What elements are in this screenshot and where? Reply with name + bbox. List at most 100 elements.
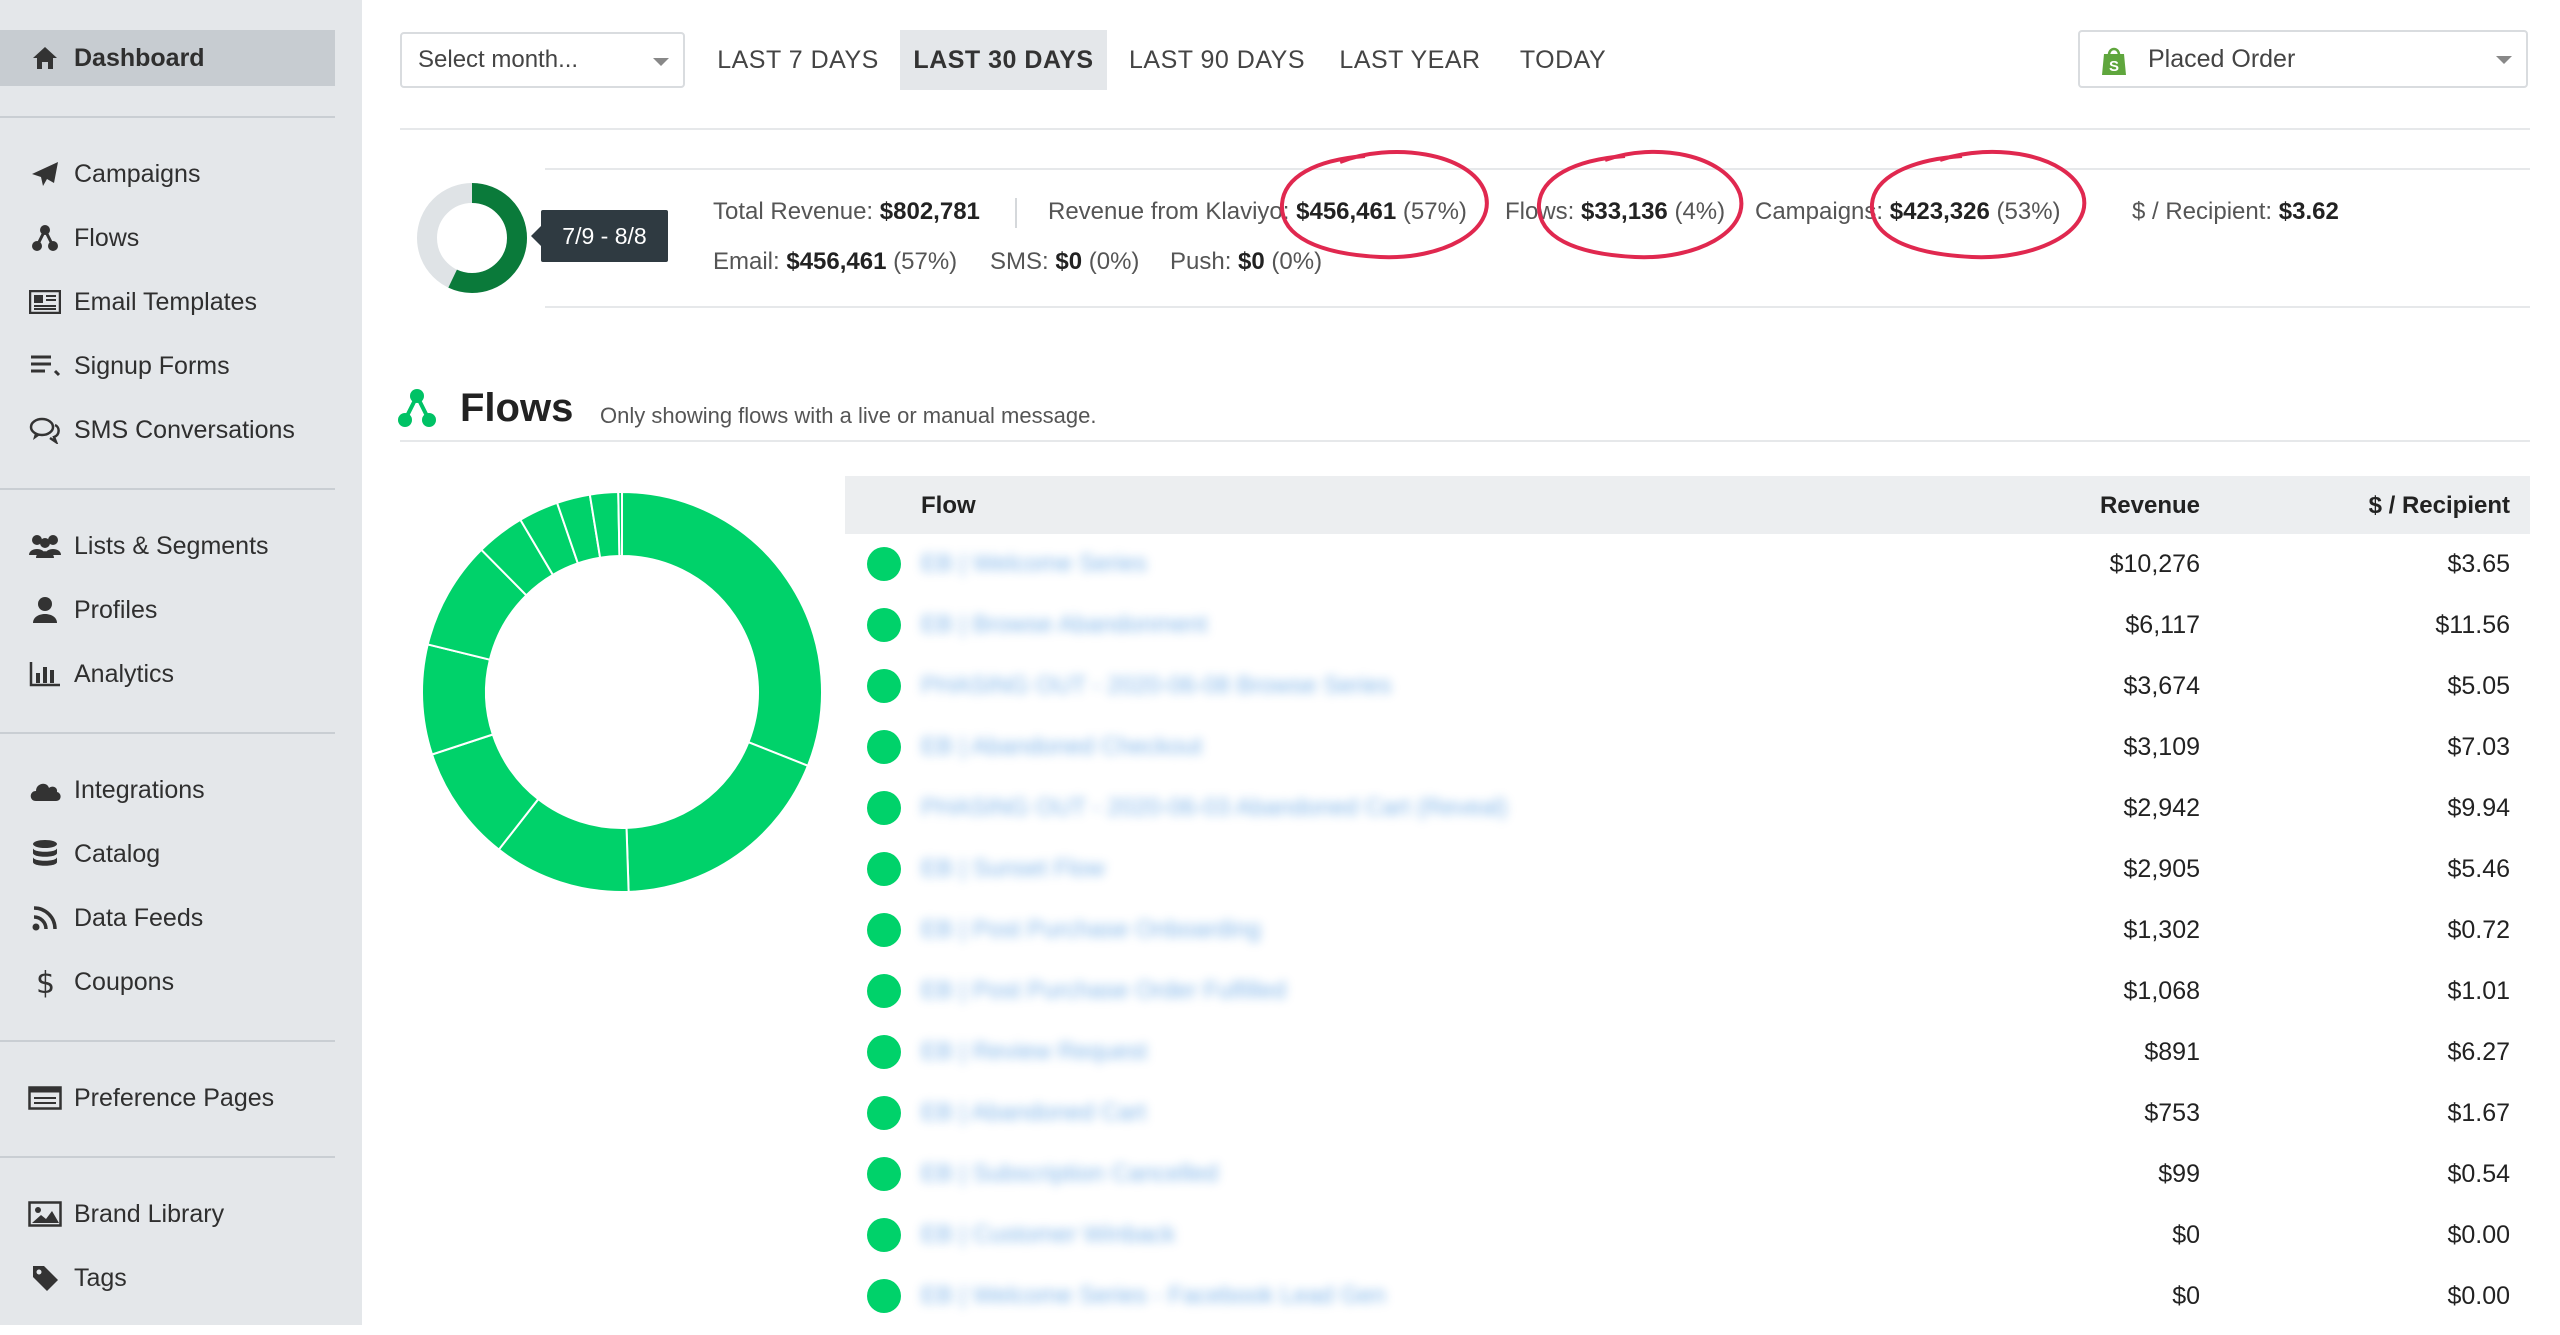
flow-revenue: $0	[2172, 1221, 2200, 1249]
sidebar-item-campaigns[interactable]: Campaigns	[0, 146, 362, 202]
klaviyo-revenue-stat: Revenue from Klaviyo: $456,461 (57%)	[1048, 198, 1467, 225]
divider	[545, 168, 2530, 170]
flows-section-subtitle: Only showing flows with a live or manual…	[600, 403, 1097, 428]
flow-name-link[interactable]: EB | Abandoned Cart	[921, 1099, 1146, 1127]
cloud-icon	[26, 771, 64, 809]
sidebar-item-email-templates[interactable]: Email Templates	[0, 274, 362, 330]
flow-name-link[interactable]: EB | Customer Winback	[921, 1221, 1175, 1249]
sidebar-item-profiles[interactable]: Profiles	[0, 582, 362, 638]
table-row[interactable]: EB | Welcome Series - Facebook Lead Gen $…	[845, 1266, 2530, 1326]
sidebar-divider	[0, 732, 335, 734]
table-row[interactable]: EB | Abandoned Cart $753 $1.67	[845, 1083, 2530, 1143]
column-header-per-recipient[interactable]: $ / Recipient	[2369, 492, 2510, 520]
month-select[interactable]: Select month...	[400, 32, 685, 88]
total-revenue-stat: Total Revenue: $802,781	[713, 198, 980, 225]
sidebar-item-sms-conversations[interactable]: SMS Conversations	[0, 402, 362, 458]
sidebar-item-coupons[interactable]: $ Coupons	[0, 954, 362, 1010]
flow-revenue: $3,674	[2123, 672, 2200, 700]
flow-revenue: $753	[2144, 1099, 2200, 1127]
flow-revenue: $1,068	[2123, 977, 2200, 1005]
flow-revenue-per-recipient: $5.05	[2447, 672, 2510, 700]
sidebar-item-integrations[interactable]: Integrations	[0, 762, 362, 818]
sidebar-item-label: Tags	[74, 1263, 127, 1292]
sidebar-item-dashboard[interactable]: Dashboard	[0, 30, 335, 86]
sidebar-divider	[0, 1156, 335, 1158]
sidebar-item-label: Flows	[74, 223, 140, 252]
table-row[interactable]: EB | Welcome Series $10,276 $3.65	[845, 534, 2530, 594]
table-row[interactable]: EB | Abandoned Checkout $3,109 $7.03	[845, 717, 2530, 777]
flow-name-link[interactable]: EB | Post Purchase Order Fulfilled	[921, 977, 1286, 1005]
sidebar-item-analytics[interactable]: Analytics	[0, 646, 362, 702]
flow-name-link[interactable]: EB | Abandoned Checkout	[921, 733, 1202, 761]
flow-name-link[interactable]: EB | Review Request	[921, 1038, 1147, 1066]
table-row[interactable]: EB | Review Request $891 $6.27	[845, 1022, 2530, 1082]
range-last-90-days[interactable]: LAST 90 DAYS	[1124, 30, 1310, 90]
column-header-flow[interactable]: Flow	[921, 492, 976, 520]
sidebar-item-brand-library[interactable]: Brand Library	[0, 1186, 362, 1242]
user-icon	[26, 591, 64, 629]
range-last-30-days[interactable]: LAST 30 DAYS	[900, 30, 1107, 90]
flow-name-link[interactable]: EB | Welcome Series - Facebook Lead Gen	[921, 1282, 1386, 1310]
sidebar-item-label: Preference Pages	[74, 1083, 275, 1112]
sidebar-item-signup-forms[interactable]: Signup Forms	[0, 338, 362, 394]
table-row[interactable]: EB | Browse Abandonment $6,117 $11.56	[845, 595, 2530, 655]
flows-icon	[397, 388, 437, 428]
table-row[interactable]: EB | Sunset Flow $2,905 $5.46	[845, 839, 2530, 899]
divider	[400, 440, 2530, 442]
table-row[interactable]: PHASING OUT - 2020-06-03 Abandoned Cart …	[845, 778, 2530, 838]
table-row[interactable]: EB | Subscription Cancelled $99 $0.54	[845, 1144, 2530, 1204]
sidebar-divider	[0, 488, 335, 490]
live-status-dot	[867, 913, 901, 947]
range-today[interactable]: TODAY	[1508, 30, 1618, 90]
table-row[interactable]: EB | Customer Winback $0 $0.00	[845, 1205, 2530, 1265]
newspaper-icon	[26, 283, 64, 321]
live-status-dot	[867, 1218, 901, 1252]
sidebar-item-data-feeds[interactable]: Data Feeds	[0, 890, 362, 946]
campaigns-revenue-stat: Campaigns: $423,326 (53%)	[1755, 198, 2061, 225]
sidebar-item-catalog[interactable]: Catalog	[0, 826, 362, 882]
sidebar-item-label: Email Templates	[74, 287, 257, 316]
table-row[interactable]: PHASING OUT - 2020-06-08 Browse Series $3…	[845, 656, 2530, 716]
flow-name-link[interactable]: PHASING OUT - 2020-06-08 Browse Series	[921, 672, 1391, 700]
divider	[400, 128, 2530, 130]
sidebar-item-label: Brand Library	[74, 1199, 225, 1228]
flow-name-link[interactable]: EB | Subscription Cancelled	[921, 1160, 1218, 1188]
sidebar-item-label: Analytics	[74, 659, 175, 688]
flow-name-link[interactable]: EB | Post Purchase Onboarding	[921, 916, 1261, 944]
sidebar-item-tags[interactable]: Tags	[0, 1250, 362, 1306]
sidebar: Dashboard Campaigns Flows Email Template…	[0, 0, 362, 1325]
email-revenue-stat: Email: $456,461 (57%)	[713, 248, 958, 275]
flow-revenue-per-recipient: $0.00	[2447, 1221, 2510, 1249]
live-status-dot	[867, 730, 901, 764]
browser-window-icon	[26, 1079, 64, 1117]
table-row[interactable]: EB | Post Purchase Order Fulfilled $1,068…	[845, 961, 2530, 1021]
flow-name-link[interactable]: EB | Browse Abandonment	[921, 611, 1207, 639]
sidebar-item-preference-pages[interactable]: Preference Pages	[0, 1070, 362, 1126]
divider	[545, 306, 2530, 308]
range-last-7-days[interactable]: LAST 7 DAYS	[712, 30, 884, 90]
date-range-badge: 7/9 - 8/8	[531, 210, 668, 262]
flow-revenue-per-recipient: $0.72	[2447, 916, 2510, 944]
sidebar-item-lists-segments[interactable]: Lists & Segments	[0, 518, 362, 574]
flow-revenue-per-recipient: $11.56	[2435, 611, 2510, 639]
range-last-year[interactable]: LAST YEAR	[1330, 30, 1490, 90]
metric-select[interactable]: S Placed Order	[2078, 30, 2528, 88]
live-status-dot	[867, 1157, 901, 1191]
sidebar-item-label: Integrations	[74, 775, 205, 804]
flow-name-link[interactable]: EB | Sunset Flow	[921, 855, 1105, 883]
flow-name-link[interactable]: EB | Welcome Series	[921, 550, 1147, 578]
donut-slice	[421, 643, 495, 756]
sidebar-item-flows[interactable]: Flows	[0, 210, 362, 266]
push-revenue-stat: Push: $0 (0%)	[1170, 248, 1323, 275]
live-status-dot	[867, 791, 901, 825]
table-row[interactable]: EB | Post Purchase Onboarding $1,302 $0.72	[845, 900, 2530, 960]
summary-donut-chart	[417, 183, 527, 293]
live-status-dot	[867, 974, 901, 1008]
flow-revenue: $2,905	[2123, 855, 2200, 883]
bar-chart-icon	[26, 655, 64, 693]
flows-section-title: Flows	[460, 386, 574, 430]
flow-revenue: $0	[2172, 1282, 2200, 1310]
column-header-revenue[interactable]: Revenue	[2100, 492, 2200, 520]
flow-name-link[interactable]: PHASING OUT - 2020-06-03 Abandoned Cart …	[921, 794, 1508, 822]
sidebar-item-label: Catalog	[74, 839, 161, 868]
